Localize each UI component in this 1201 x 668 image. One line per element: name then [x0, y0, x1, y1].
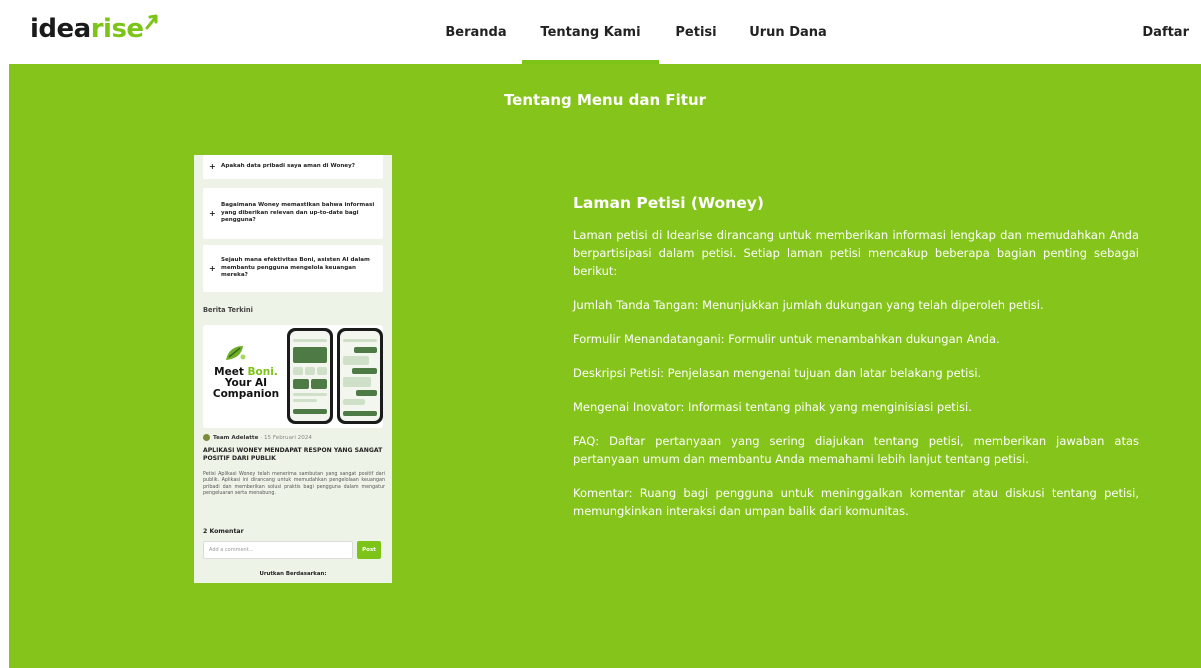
app-mockup-phone: [337, 328, 383, 424]
logo-wordmark: idearise: [30, 14, 144, 44]
signup-link[interactable]: Daftar: [1142, 0, 1189, 64]
feature-paragraph: Formulir Menandatangani: Formulir untuk …: [573, 332, 1000, 346]
faq-item: + Bagaimana Woney memastikan bahwa infor…: [203, 188, 383, 239]
feature-paragraph: Jumlah Tanda Tangan: Menunjukkan jumlah …: [573, 298, 1044, 312]
nav-beranda[interactable]: Beranda: [430, 0, 522, 64]
about-features-section: Tentang Menu dan Fitur + Apakah data pri…: [9, 64, 1201, 668]
logo-arrow-icon: [145, 14, 158, 30]
feature-paragraph: Komentar: Ruang bagi pengguna untuk meni…: [573, 486, 1139, 518]
nav-urun-dana[interactable]: Urun Dana: [733, 0, 843, 64]
faq-question: Bagaimana Woney memastikan bahwa informa…: [221, 202, 375, 224]
faq-item: + Sejauh mana efektivitas Boni, asisten …: [203, 245, 383, 292]
news-heading: Berita Terkini: [203, 306, 253, 314]
money-leaf-icon: [226, 346, 246, 360]
sort-label: Urutkan Berdasarkan:: [259, 571, 327, 577]
feature-title: Laman Petisi (Woney): [573, 194, 764, 212]
post-button: Post: [357, 541, 381, 559]
faq-question: Apakah data pribadi saya aman di Woney?: [221, 163, 355, 170]
feature-description: Laman Petisi (Woney) Laman petisi di Ide…: [573, 194, 1139, 536]
banner-headline: Meet Boni. Your AI Companion: [212, 366, 280, 400]
section-title: Tentang Menu dan Fitur: [503, 91, 707, 109]
news-banner-image: Meet Boni. Your AI Companion: [203, 325, 383, 428]
feature-paragraph: Mengenai Inovator: Informasi tentang pih…: [573, 400, 972, 414]
avatar: [203, 434, 210, 441]
faq-question: Sejauh mana efektivitas Boni, asisten AI…: [221, 257, 370, 279]
plus-icon: +: [209, 263, 216, 273]
top-navbar: idearise Beranda Tentang Kami Petisi Uru…: [0, 0, 1201, 64]
app-mockup-phone: [287, 328, 333, 424]
petition-page-preview: + Apakah data pribadi saya aman di Woney…: [194, 155, 392, 583]
faq-item: + Apakah data pribadi saya aman di Woney…: [203, 155, 383, 179]
article-author: Team Adelatte · 15 Februari 2024: [203, 434, 312, 441]
article-body: Petisi Aplikasi Woney telah menerima sam…: [203, 472, 385, 497]
nav-petisi[interactable]: Petisi: [659, 0, 733, 64]
plus-icon: +: [209, 162, 216, 172]
comment-input: Add a comment...: [203, 541, 353, 559]
plus-icon: +: [209, 208, 216, 218]
main-nav: Beranda Tentang Kami Petisi Urun Dana: [430, 0, 843, 64]
comments-heading: 2 Komentar: [203, 528, 244, 535]
article-title: APLIKASI WONEY MENDAPAT RESPON YANG SANG…: [203, 447, 383, 462]
idearise-logo[interactable]: idearise: [30, 14, 159, 50]
nav-tentang-kami[interactable]: Tentang Kami: [522, 0, 659, 64]
feature-paragraph: Deskripsi Petisi: Penjelasan mengenai tu…: [573, 366, 982, 380]
feature-paragraph: FAQ: Daftar pertanyaan yang sering diaju…: [573, 434, 1139, 466]
feature-paragraph: Laman petisi di Idearise dirancang untuk…: [573, 228, 1139, 278]
